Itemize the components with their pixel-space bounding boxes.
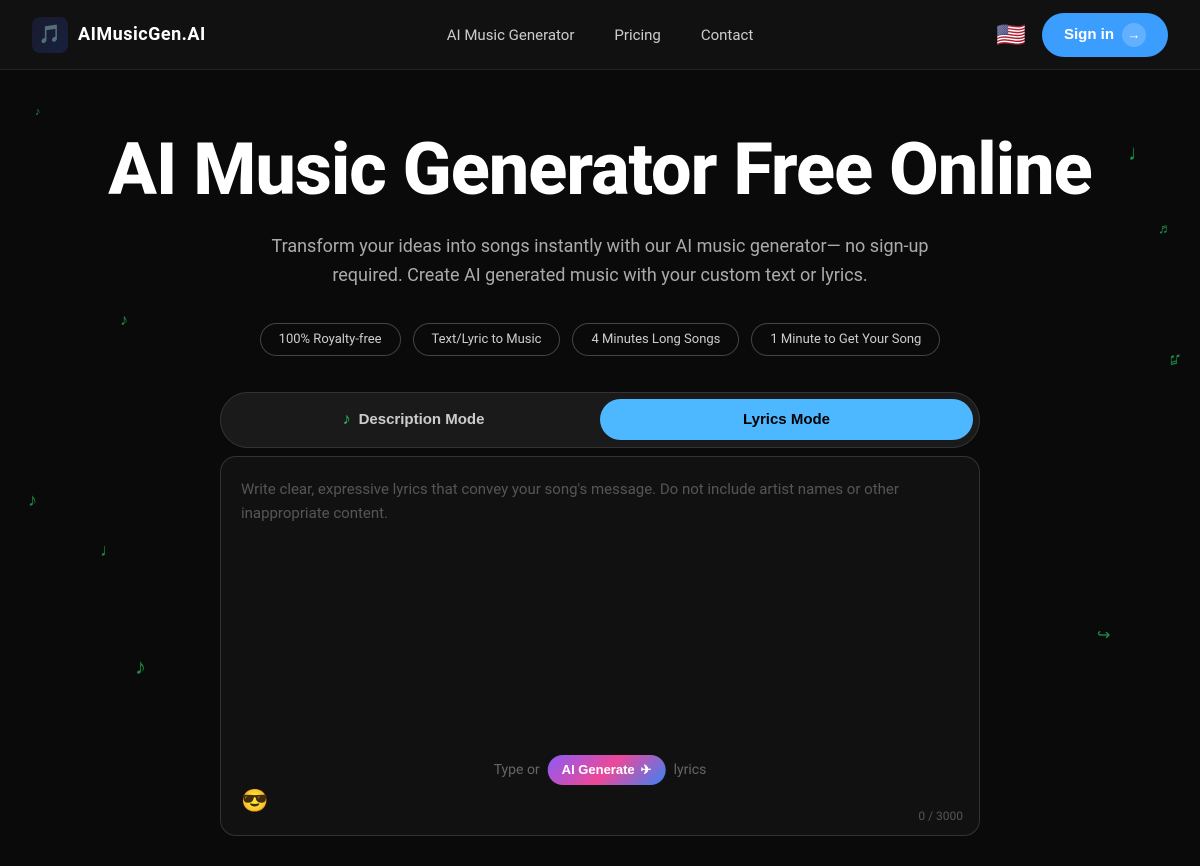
hero-title: AI Music Generator Free Online: [20, 130, 1180, 209]
send-icon: ✈: [641, 762, 652, 778]
nav-link-music-generator[interactable]: AI Music Generator: [447, 26, 575, 44]
logo-text: AIMusicGen.AI: [78, 24, 206, 45]
char-count: 0 / 3000: [918, 809, 963, 823]
emoji-bar: 😎: [241, 789, 959, 814]
signin-arrow-icon: →: [1122, 23, 1146, 47]
mode-container: ♪ Description Mode Lyrics Mode 😎 Type or…: [220, 392, 980, 836]
description-mode-note-icon: ♪: [343, 411, 351, 429]
pill-royalty-free[interactable]: 100% Royalty-free: [260, 323, 401, 356]
hero-subtitle: Transform your ideas into songs instantl…: [250, 233, 950, 291]
nav-link-contact[interactable]: Contact: [701, 26, 753, 44]
pill-long-songs[interactable]: 4 Minutes Long Songs: [572, 323, 739, 356]
nav-links: AI Music Generator Pricing Contact: [447, 26, 754, 44]
description-mode-button[interactable]: ♪ Description Mode: [227, 399, 600, 441]
hint-suffix-text: lyrics: [674, 762, 707, 778]
ai-generate-button[interactable]: AI Generate ✈: [548, 755, 666, 785]
pill-text-lyric[interactable]: Text/Lyric to Music: [413, 323, 561, 356]
navbar-right: 🇺🇸 Sign in →: [996, 13, 1168, 57]
nav-link-pricing[interactable]: Pricing: [614, 26, 660, 44]
hint-prefix-text: Type or: [494, 762, 540, 778]
signin-button[interactable]: Sign in →: [1042, 13, 1168, 57]
language-flag-icon[interactable]: 🇺🇸: [996, 21, 1026, 49]
lyrics-textarea-container: 😎 Type or AI Generate ✈ lyrics 0 / 3000: [220, 456, 980, 836]
navbar: 🎵 AIMusicGen.AI AI Music Generator Prici…: [0, 0, 1200, 70]
mode-toggle: ♪ Description Mode Lyrics Mode: [220, 392, 980, 448]
lyrics-textarea[interactable]: [241, 477, 959, 777]
pill-minute-song[interactable]: 1 Minute to Get Your Song: [751, 323, 940, 356]
ai-generate-hint: Type or AI Generate ✈ lyrics: [494, 755, 707, 785]
emoji-cool-icon[interactable]: 😎: [241, 789, 268, 814]
lyrics-mode-button[interactable]: Lyrics Mode: [600, 399, 973, 440]
logo[interactable]: 🎵 AIMusicGen.AI: [32, 17, 206, 53]
logo-icon: 🎵: [32, 17, 68, 53]
hero-section: AI Music Generator Free Online Transform…: [0, 70, 1200, 866]
feature-pills: 100% Royalty-free Text/Lyric to Music 4 …: [20, 323, 1180, 356]
